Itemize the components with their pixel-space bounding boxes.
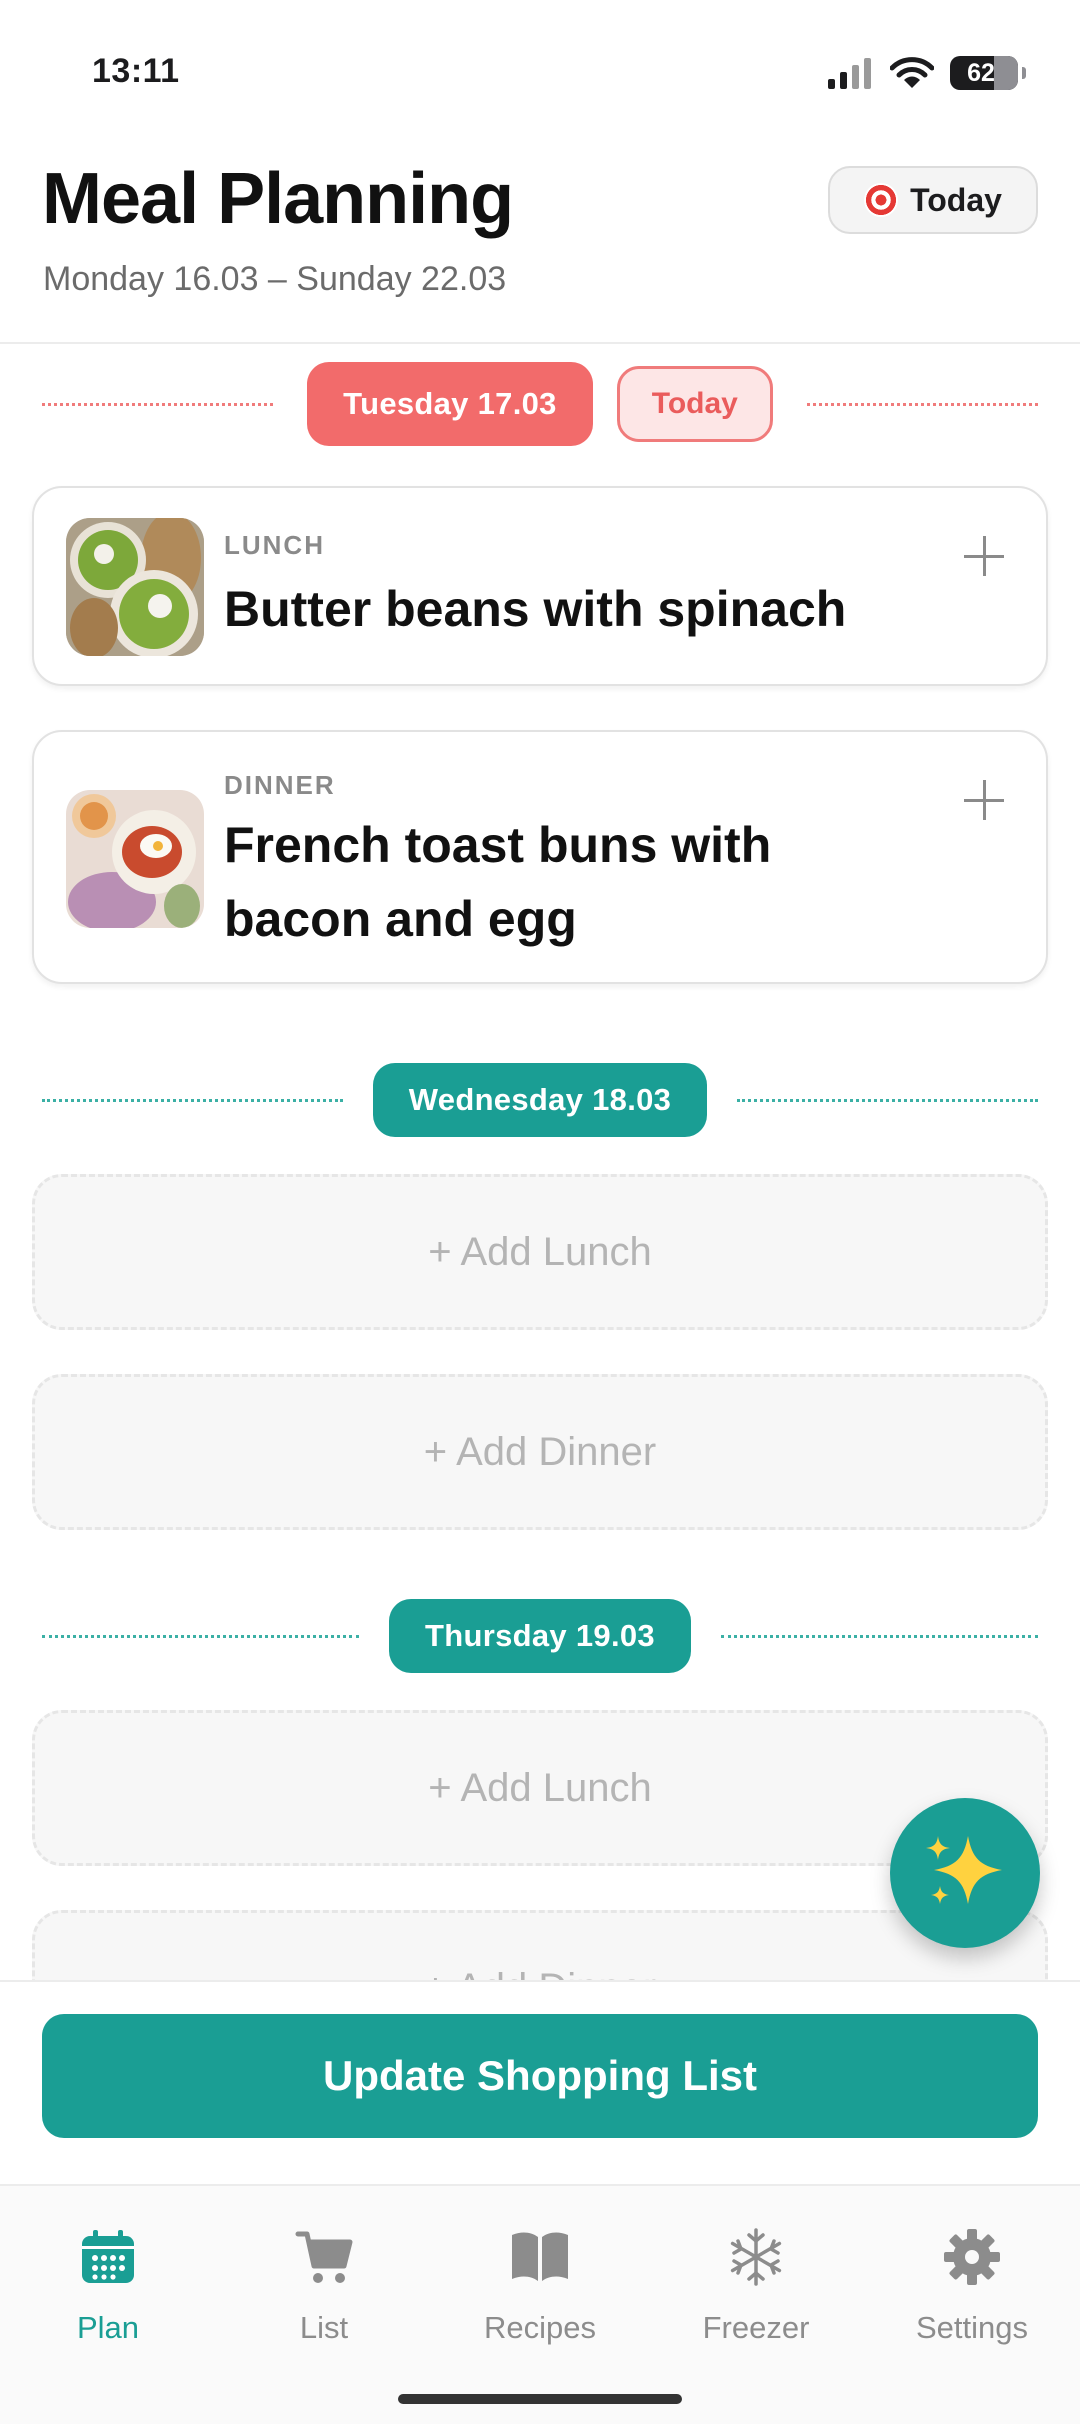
tab-label: Freezer [702,2310,810,2345]
tab-bar: Plan List Recipes Freezer Settings [0,2184,1080,2424]
meal-plan-list[interactable]: Tuesday 17.03 Today LUNCH Butter beans w… [0,344,1080,1980]
week-range: Monday 16.03 – Sunday 22.03 [43,260,507,298]
meal-image [66,518,204,656]
today-button[interactable]: Today [828,166,1038,234]
tab-label: List [299,2310,349,2345]
meal-card-dinner[interactable]: DINNER French toast buns with bacon and … [32,730,1048,984]
tab-label: Settings [915,2310,1028,2345]
tab-recipes[interactable]: Recipes [440,2222,640,2346]
meal-type-label: LUNCH [224,530,325,560]
add-icon[interactable] [962,778,1006,822]
divider-line [737,1098,1038,1102]
page-title: Meal Planning [42,159,514,239]
status-bar: 13:11 62 [0,0,1080,150]
divider-line [42,402,274,406]
target-icon [864,183,899,217]
day-divider-wednesday: Wednesday 18.03 [42,1058,1038,1142]
add-icon[interactable] [962,534,1006,578]
day-pill: Thursday 19.03 [389,1599,691,1673]
cart-icon [295,2231,353,2283]
day-divider-tuesday: Tuesday 17.03 Today [42,362,1038,446]
tab-label: Plan [76,2310,140,2345]
book-icon [512,2232,568,2281]
status-time: 13:11 [92,52,180,90]
wifi-icon [890,57,934,88]
tab-freezer[interactable]: Freezer [656,2222,856,2346]
battery-level: 62 [967,58,995,87]
day-divider-thursday: Thursday 19.03 [42,1594,1039,1678]
tab-list[interactable]: List [224,2222,424,2346]
divider-line [806,402,1038,406]
tab-plan[interactable]: Plan [8,2222,208,2346]
calendar-icon [82,2230,134,2283]
screen: 13:11 62 Meal Planning Monday 16.03 – Su… [0,0,1080,2424]
status-icons: 62 [826,56,1026,90]
divider-line [720,1634,1039,1638]
gear-icon [944,2229,1000,2285]
tab-label: Recipes [484,2310,596,2345]
update-shopping-list-button[interactable]: Update Shopping List [42,2014,1038,2138]
add-lunch-slot[interactable]: + Add Lunch [32,1174,1048,1330]
today-tag: Today [616,366,773,442]
today-button-label: Today [910,181,1002,218]
add-dinner-slot[interactable]: + Add Dinner [32,1910,1048,1980]
day-pill: Tuesday 17.03 [307,362,593,446]
meal-image [66,790,204,928]
battery-indicator: 62 [950,56,1026,90]
tab-settings[interactable]: Settings [872,2222,1072,2346]
day-pill: Wednesday 18.03 [372,1063,708,1137]
header: Meal Planning Monday 16.03 – Sunday 22.0… [0,150,1080,344]
divider-line [42,1098,343,1102]
signal-icon [828,58,871,89]
home-indicator[interactable] [398,2394,682,2404]
ai-suggest-button[interactable] [890,1798,1040,1948]
add-dinner-slot[interactable]: + Add Dinner [32,1374,1048,1530]
snowflake-icon [730,2228,782,2286]
meal-card-lunch[interactable]: LUNCH Butter beans with spinach [32,486,1048,686]
action-area: Update Shopping List [0,1980,1080,2184]
divider-line [42,1634,360,1638]
meal-name: French toast buns with bacon and egg [224,817,772,947]
meal-name: Butter beans with spinach [224,581,847,637]
sparkles-icon [926,1836,1002,1904]
meal-type-label: DINNER [224,770,336,800]
